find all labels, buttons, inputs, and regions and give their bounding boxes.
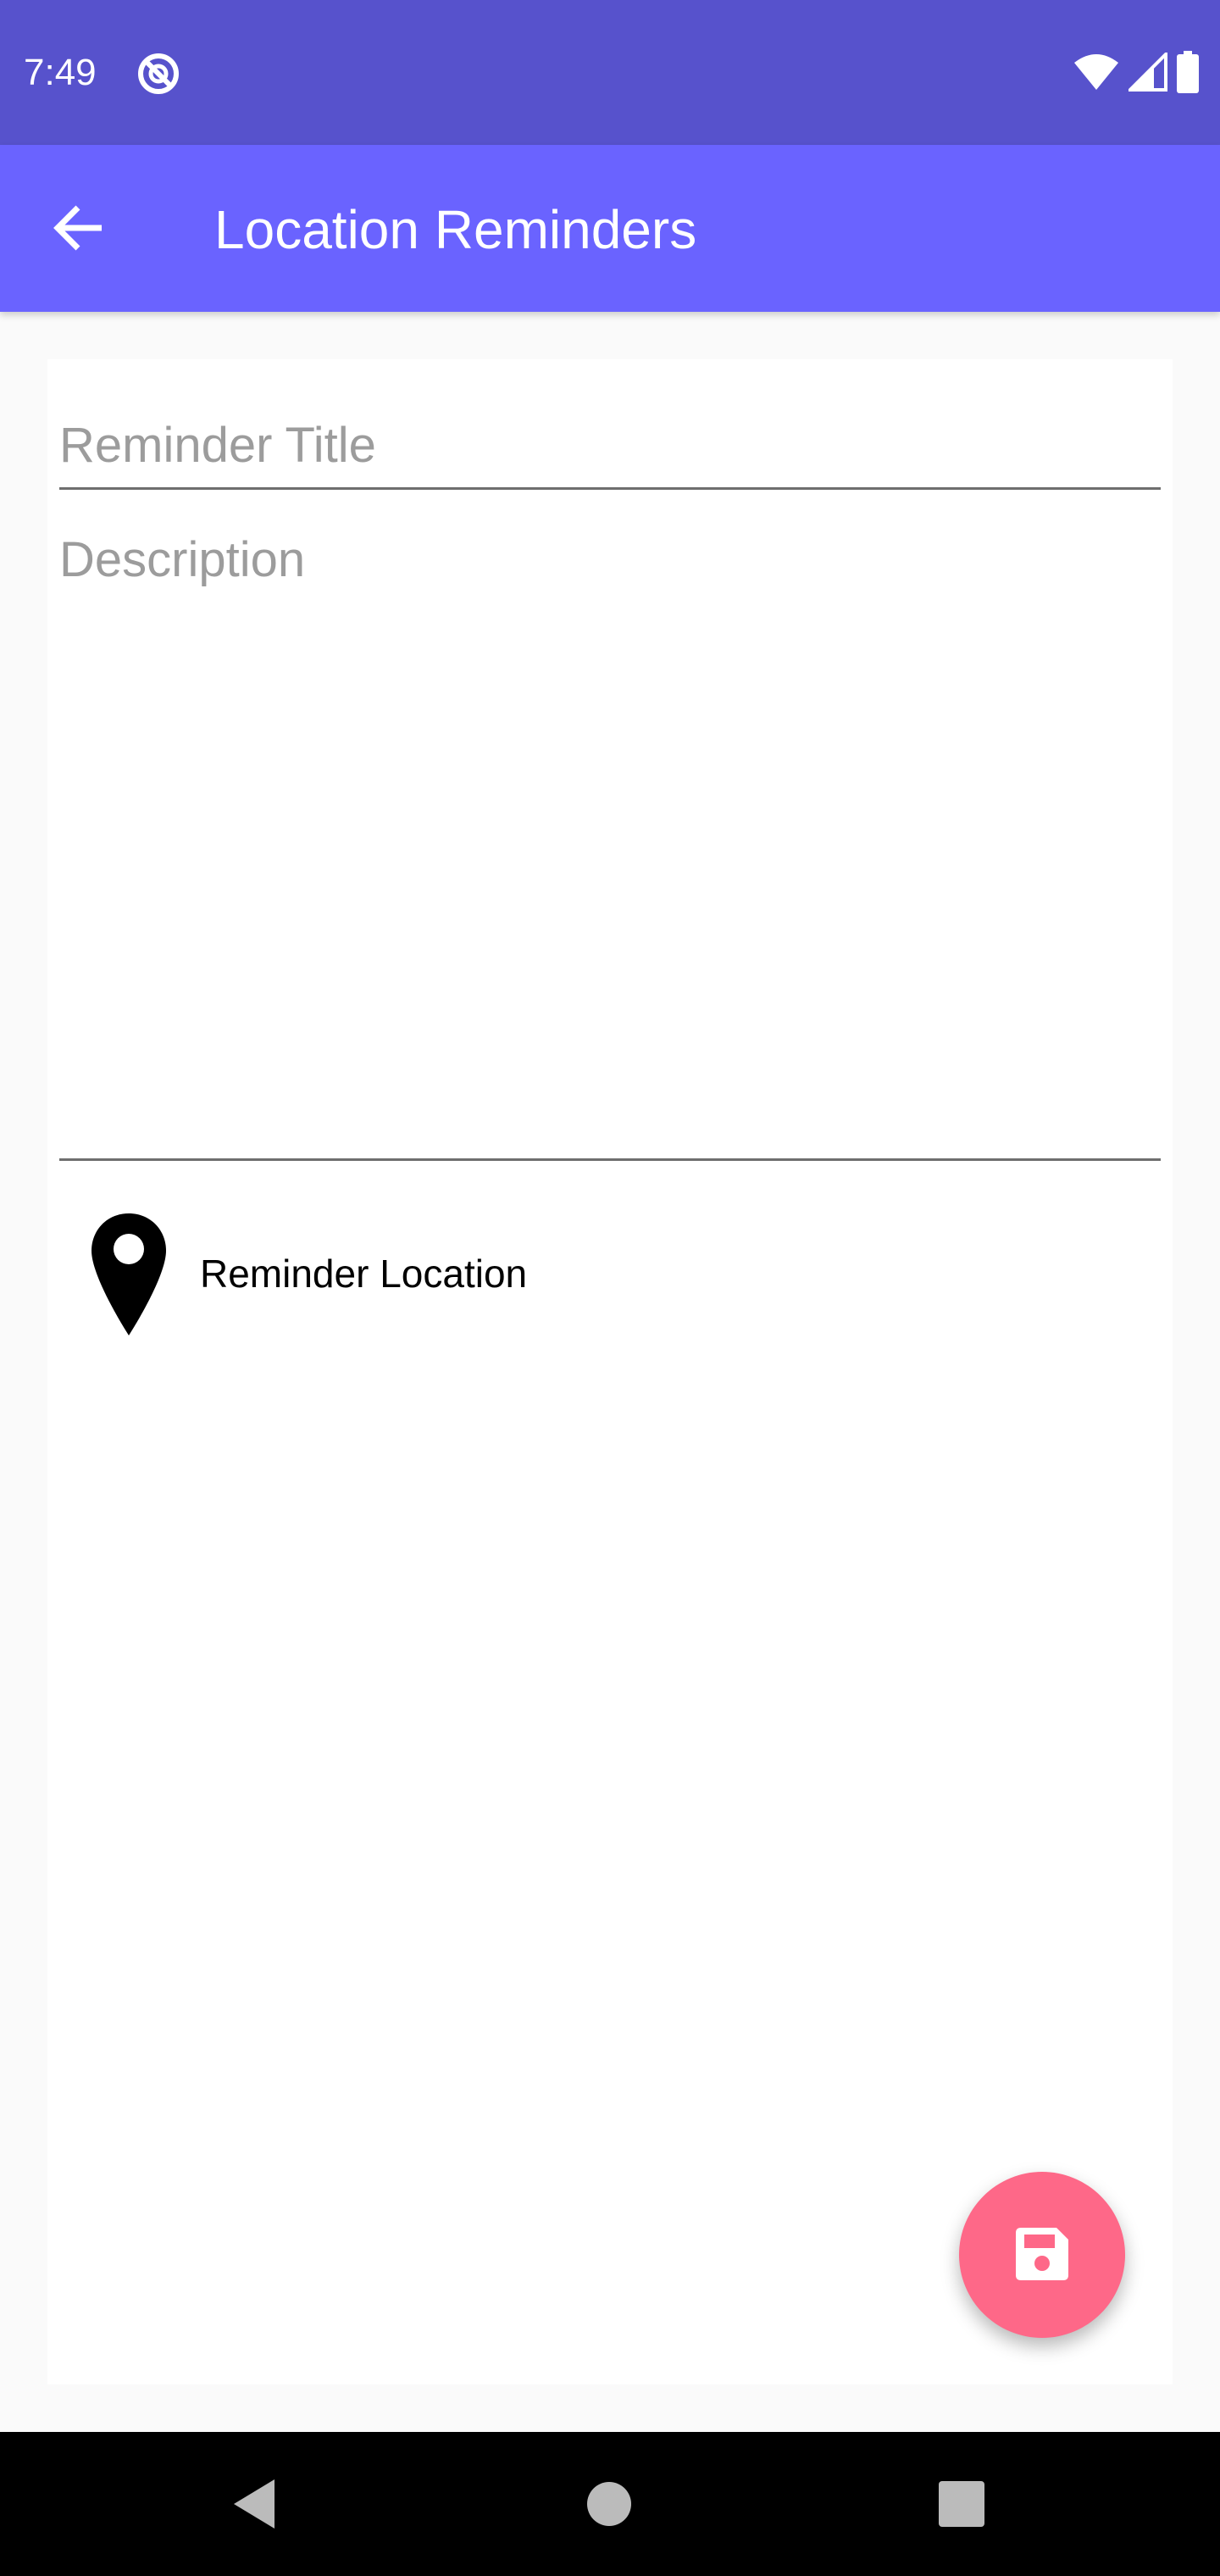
save-icon — [1014, 2226, 1070, 2285]
reminder-location-label: Reminder Location — [200, 1252, 528, 1296]
status-icons — [1073, 50, 1200, 97]
reminder-form: Reminder Location — [47, 359, 1173, 2384]
status-bar: 7:49 — [0, 0, 1220, 145]
signal-icon — [1126, 50, 1167, 95]
page-title: Location Reminders — [214, 199, 697, 260]
title-field-container — [59, 393, 1161, 490]
system-nav-bar — [0, 2432, 1220, 2576]
sync-off-icon — [136, 51, 181, 97]
nav-home-icon[interactable] — [580, 2474, 639, 2534]
battery-icon — [1176, 51, 1200, 97]
description-field-container — [59, 512, 1161, 1161]
wifi-icon — [1073, 53, 1120, 95]
arrow-back-icon — [53, 204, 105, 254]
select-location-row[interactable]: Reminder Location — [59, 1178, 1161, 1347]
status-time: 7:49 — [24, 52, 97, 93]
reminder-title-input[interactable] — [59, 393, 1161, 485]
nav-back-icon[interactable] — [227, 2474, 286, 2534]
save-reminder-button[interactable] — [959, 2172, 1125, 2338]
app-bar: Location Reminders — [0, 145, 1220, 312]
nav-recents-icon[interactable] — [932, 2474, 991, 2534]
map-pin-icon — [90, 1212, 168, 1337]
description-input[interactable] — [59, 512, 1161, 1156]
back-button[interactable] — [42, 192, 115, 265]
